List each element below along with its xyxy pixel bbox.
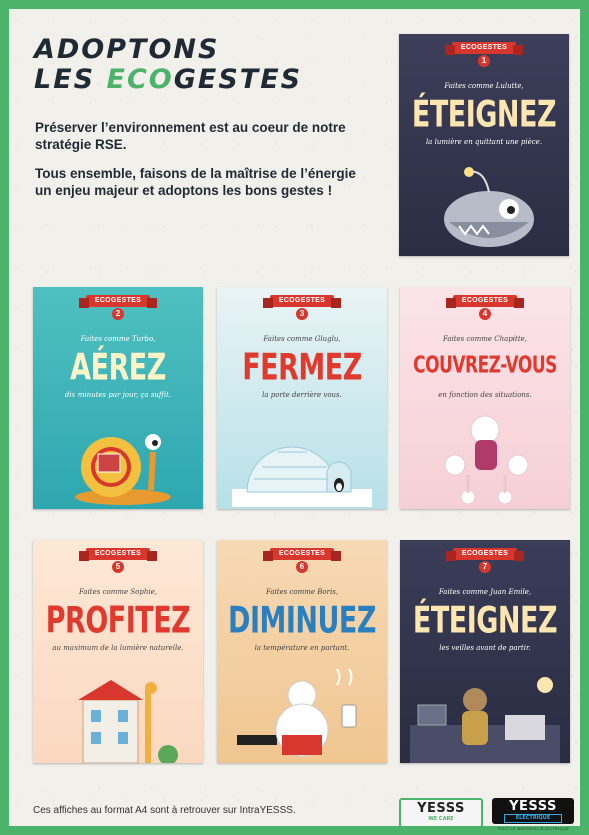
sloth-office-illustration <box>410 677 560 763</box>
poster-profitez: ECOGESTES 5 Faites comme Sophie, PROFITE… <box>33 540 203 763</box>
flyer-sheet: ADOPTONS LES ECOGESTES Préserver l’envir… <box>9 9 580 831</box>
intro-paragraph-2: Tous ensemble, faisons de la maîtrise de… <box>35 166 356 198</box>
title-line-2-start: LES <box>34 64 107 95</box>
poster-number: 3 <box>296 308 308 320</box>
igloo-illustration <box>232 446 372 507</box>
ecogestes-banner: ECOGESTES <box>445 42 523 55</box>
polar-bear-illustration <box>237 668 357 757</box>
logo2-tagline: ELECTRIQUE <box>504 814 562 823</box>
poster-verb: AÉREZ <box>70 347 166 389</box>
poster-pre: Faites comme Chapitte, <box>442 335 528 343</box>
ecogestes-banner: ECOGESTES <box>79 548 157 561</box>
building-giraffe-illustration <box>78 680 178 763</box>
page-title: ADOPTONS LES ECOGESTES <box>34 35 302 95</box>
poster-verb: DIMINUEZ <box>228 600 376 642</box>
title-line-2-end: GESTES <box>173 64 303 95</box>
poster-fermez: ECOGESTES 3 Faites comme Gluglu, FERMEZ … <box>217 287 387 509</box>
poster-pre: Faites comme Boris, <box>265 588 339 596</box>
footer-note: Ces affiches au format A4 sont à retrouv… <box>33 805 296 816</box>
yesss-we-care-logo: YESSS WE CARE <box>399 798 483 828</box>
title-line-1: ADOPTONS <box>34 34 220 65</box>
poster-sub: la lumière en quittant une pièce. <box>425 138 543 146</box>
poster-verb: FERMEZ <box>242 347 362 389</box>
yesss-electrique-logo: YESSS ELECTRIQUE <box>492 798 574 824</box>
poster-pre: Faites comme Sophie, <box>79 588 157 596</box>
poster-verb: ÉTEIGNEZ <box>412 600 558 642</box>
poster-pre: Faites comme Turbo, <box>80 335 156 343</box>
poster-sub: les veilles avant de partir. <box>439 644 531 652</box>
poster-sub: au maximum de la lumière naturelle. <box>52 644 184 652</box>
title-accent: ECO <box>106 64 174 95</box>
poster-pre: Faites comme Lulutte, <box>444 82 524 90</box>
poster-number: 2 <box>112 308 124 320</box>
snail-illustration <box>75 434 171 505</box>
poster-eteignez-lumiere: ECOGESTES 1 Faites comme Lulutte, ÉTEIGN… <box>399 34 569 256</box>
poster-sub: en fonction des situations. <box>438 391 532 399</box>
poster-sub: dix minutes par jour, ça suffit. <box>64 391 172 399</box>
ecogestes-banner: ECOGESTES <box>446 295 524 308</box>
poster-couvrez-vous: ECOGESTES 4 Faites comme Chapitte, COUVR… <box>400 287 570 509</box>
ecogestes-banner: ECOGESTES <box>79 295 157 308</box>
poster-number: 1 <box>478 55 490 67</box>
anglerfish-illustration <box>444 167 534 247</box>
poster-pre: Faites comme Gluglu, <box>263 335 341 343</box>
poster-verb: PROFITEZ <box>45 600 191 642</box>
intro-paragraph-1: Préserver l’environnement est au coeur d… <box>35 120 346 152</box>
poster-aerez: ECOGESTES 2 Faites comme Turbo, AÉREZ di… <box>33 287 203 509</box>
poster-number: 5 <box>112 561 124 573</box>
poodle-illustration <box>444 415 529 505</box>
poster-sub: la température en partant. <box>254 644 350 652</box>
poster-pre: Faites comme Juan Emile, <box>438 588 532 596</box>
logo1-tagline: WE CARE <box>428 816 454 822</box>
poster-number: 6 <box>296 561 308 573</box>
intro-text: Préserver l’environnement est au coeur d… <box>35 119 375 211</box>
ecogestes-banner: ECOGESTES <box>263 295 341 308</box>
poster-sub: la porte derrière vous. <box>262 391 342 399</box>
poster-verb: COUVREZ-VOUS <box>413 352 557 379</box>
ecogestes-banner: ECOGESTES <box>446 548 524 561</box>
logo2-wordmark: YESSS <box>509 799 557 814</box>
logo1-wordmark: YESSS <box>417 801 465 816</box>
poster-number: 4 <box>479 308 491 320</box>
poster-eteignez-veilles: ECOGESTES 7 Faites comme Juan Emile, ÉTE… <box>400 540 570 763</box>
ecogestes-banner: ECOGESTES <box>263 548 341 561</box>
logo2-caption: TOUT LE MATÉRIEL ÉLECTRIQUE <box>496 826 570 831</box>
poster-verb: ÉTEIGNEZ <box>411 94 557 136</box>
poster-diminuez: ECOGESTES 6 Faites comme Boris, DIMINUEZ… <box>217 540 387 763</box>
poster-number: 7 <box>479 561 491 573</box>
